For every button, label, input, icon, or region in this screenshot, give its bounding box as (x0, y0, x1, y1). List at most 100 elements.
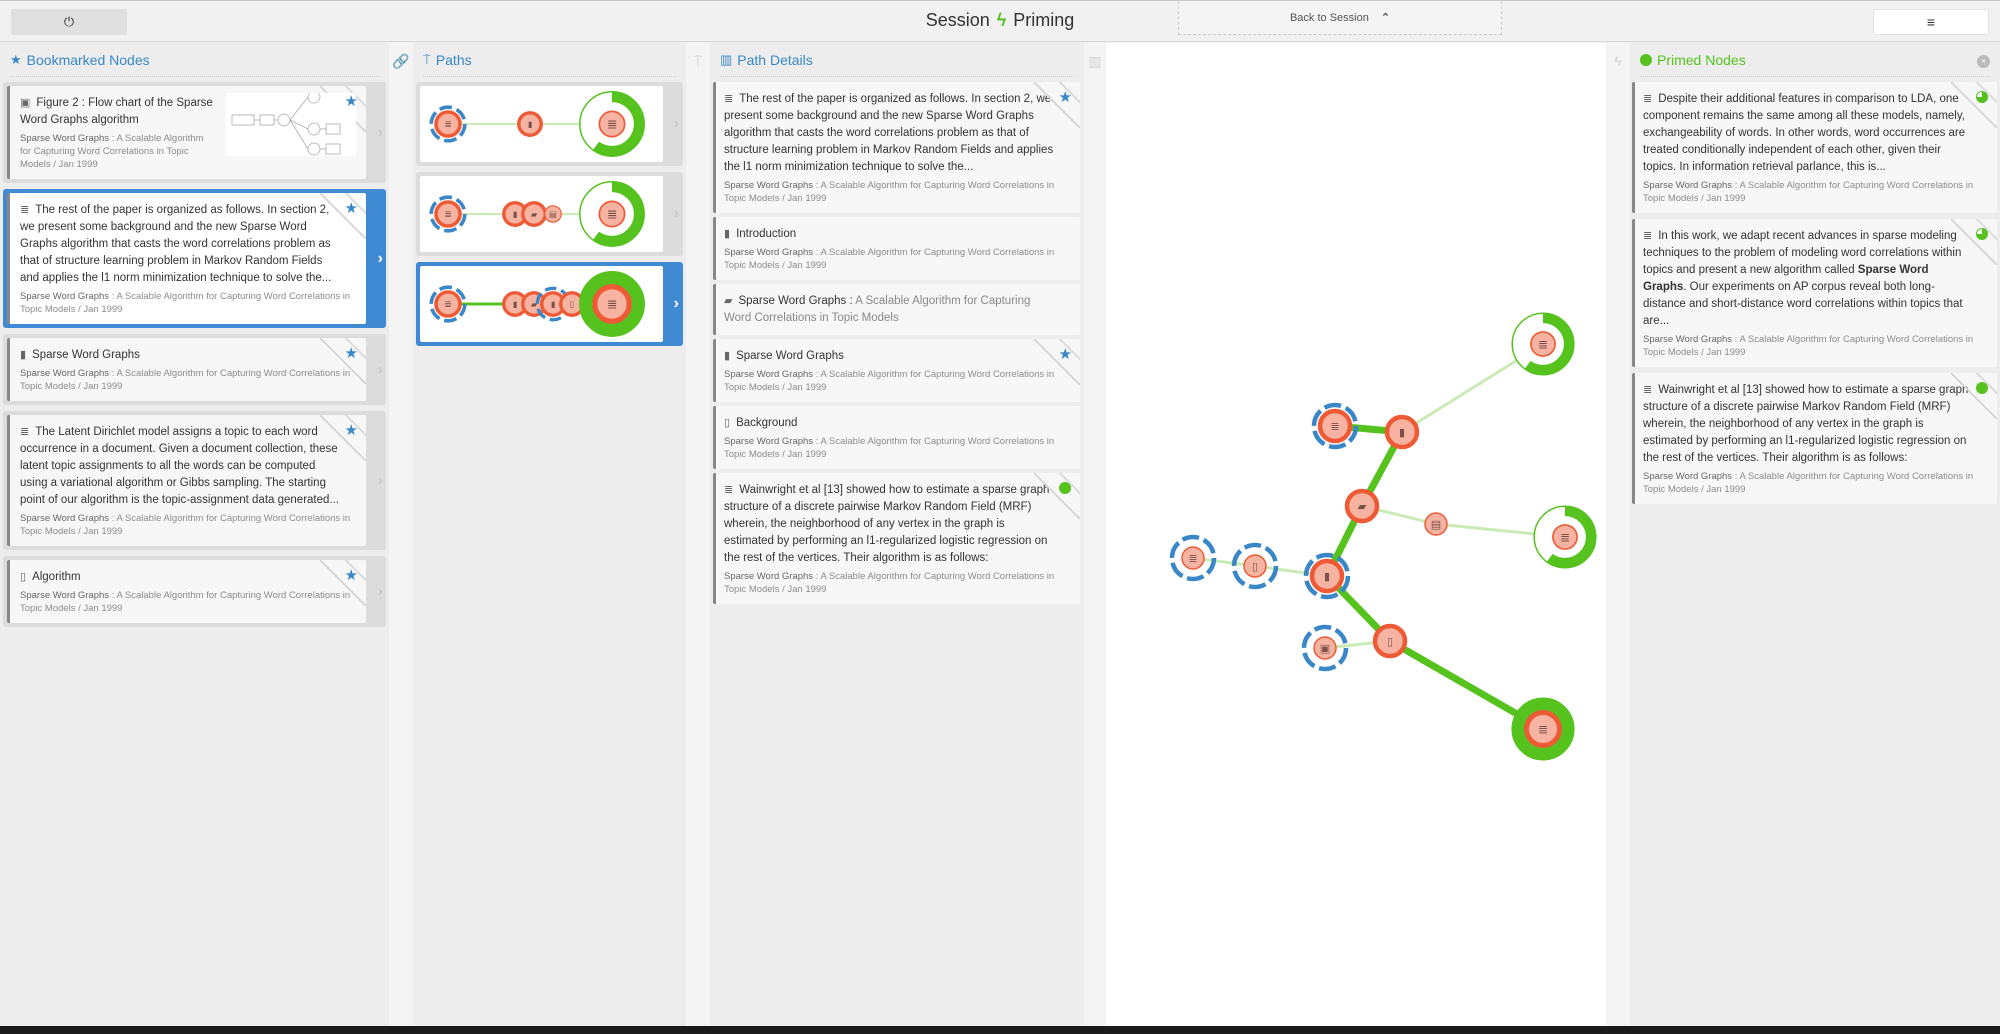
path-detail-item[interactable]: ▯ Background Sparse Word Graphs : A Scalab… (713, 406, 1080, 469)
image-icon: ▣ (1320, 642, 1330, 655)
path-detail-item[interactable]: ▰ Sparse Word Graphs : A Scalable Algorit… (713, 284, 1080, 335)
chevron-right-icon[interactable]: › (378, 472, 383, 490)
close-icon[interactable]: × (1977, 55, 1990, 68)
item-text: ≣ Despite their additional features in co… (1643, 91, 1987, 176)
graph-node-subsection[interactable]: ▯ (1231, 542, 1279, 590)
bookmarked-item[interactable]: ▯ Algorithm Sparse Word Graphs : A Scalabl… (3, 556, 386, 627)
graph-node-paragraph[interactable]: ≣ (1169, 534, 1217, 582)
paragraph-icon: ≣ (1643, 230, 1653, 242)
chevron-right-icon[interactable]: › (378, 250, 383, 268)
signpost-icon: ⍑ (423, 51, 431, 67)
bookmarked-title: Bookmarked Nodes (26, 51, 150, 68)
gutter-primed: ϟ (1606, 43, 1630, 1026)
meta-title: Sparse Word Graphs (724, 369, 814, 380)
graph-node-paragraph[interactable]: ≣ (579, 181, 645, 247)
meta-title: Sparse Word Graphs (1643, 180, 1733, 191)
bookmarked-item[interactable]: ≣ The Latent Dirichlet model assigns a to… (3, 411, 386, 550)
primed-dot-icon (1640, 53, 1652, 66)
item-meta: Sparse Word Graphs : A Scalable Algorith… (1643, 179, 1987, 205)
item-meta: Sparse Word Graphs : A Scalable Algorith… (724, 368, 1070, 394)
graph-node-header[interactable]: ▤ (1424, 512, 1448, 536)
graph-canvas[interactable]: ≣ ▯ ▮ ▰ ▮ ≣ ▤ ≣ ≣ ▣ ▯ ≣ (1106, 43, 1606, 1026)
power-button[interactable]: ⏻ (11, 9, 127, 35)
path-item[interactable]: ≣ ▮ ▰ ▤ ≣ › (416, 172, 683, 256)
paragraph-icon: ≣ (444, 210, 451, 220)
graph-node-paragraph[interactable]: ≣ (429, 105, 467, 143)
graph-node-paragraph[interactable]: ≣ (1311, 402, 1359, 450)
chevron-right-icon[interactable]: › (378, 361, 383, 379)
back-to-session-button[interactable]: Back to Session ⌃ (1178, 1, 1502, 35)
paths-panel: ⍑ Paths ≣ ▮ ≣ › ≣ ▮ ▰ ▤ ≣ › ≣ ▮ ▰ ▮ ▯ ≣ › (413, 43, 686, 1026)
star-icon[interactable]: ★ (345, 344, 358, 362)
item-label: . Our experiments on AP corpus reveal bo… (1643, 281, 1963, 327)
chevron-right-icon[interactable]: › (674, 115, 679, 133)
primed-partial-icon (1976, 228, 1988, 240)
chevron-right-icon[interactable]: › (378, 124, 383, 142)
bookmark-outline-icon: ▯ (570, 299, 575, 309)
graph-node-paragraph[interactable]: ≣ (1511, 697, 1575, 761)
path-item[interactable]: ≣ ▮ ▰ ▮ ▯ ≣ › (416, 262, 683, 346)
graph-node-paragraph[interactable]: ≣ (579, 271, 645, 337)
graph-node-section[interactable]: ▮ (517, 111, 543, 137)
item-label: Sparse Word Graphs (32, 349, 140, 361)
item-meta: Sparse Word Graphs : A Scalable Algorith… (20, 589, 356, 615)
bookmarked-card[interactable]: ▣ Figure 2 : Flow chart of the Sparse Wor… (7, 86, 366, 179)
path-details-panel: ▥ Path Details ≣ The rest of the paper is… (710, 43, 1084, 1026)
bookmarked-item[interactable]: ≣ The rest of the paper is organized as f… (3, 189, 386, 328)
bookmarked-item[interactable]: ▣ Figure 2 : Flow chart of the Sparse Wor… (3, 82, 386, 183)
graph-node-section[interactable]: ▮ (1384, 414, 1420, 450)
primed-indicator-icon (1059, 482, 1071, 494)
primed-item[interactable]: ≣ Despite their additional features in co… (1632, 82, 1997, 213)
map-icon: ▥ (1088, 53, 1102, 69)
meta-title: Sparse Word Graphs (20, 368, 110, 379)
meta-title: Sparse Word Graphs (20, 590, 110, 601)
chevron-right-icon[interactable]: › (378, 583, 383, 601)
item-label: Despite their additional features in com… (1643, 93, 1966, 173)
meta-title: Sparse Word Graphs (724, 180, 814, 191)
bookmarked-card[interactable]: ▮ Sparse Word Graphs Sparse Word Graphs : … (7, 338, 366, 401)
primed-nodes-panel: Primed Nodes × ≣ Despite their additional… (1630, 43, 2000, 1026)
graph-node-paragraph[interactable]: ≣ (429, 285, 467, 323)
chevron-right-icon[interactable]: › (674, 205, 679, 223)
primed-item[interactable]: ≣ In this work, we adapt recent advances … (1632, 219, 1997, 367)
graph-node-document[interactable]: ▰ (1344, 488, 1380, 524)
star-icon[interactable]: ★ (345, 199, 358, 217)
gutter-bookmarks: 🔗 (389, 43, 413, 1026)
graph-node-paragraph[interactable]: ≣ (1511, 312, 1575, 376)
star-icon[interactable]: ★ (1059, 88, 1072, 106)
signpost-icon: ⍑ (693, 53, 703, 69)
graph-node-paragraph[interactable]: ≣ (579, 91, 645, 157)
chevron-right-icon[interactable]: › (674, 295, 679, 313)
graph-node-paragraph[interactable]: ≣ (429, 195, 467, 233)
bookmarked-card[interactable]: ≣ The Latent Dirichlet model assigns a to… (7, 415, 366, 546)
graph-node-document[interactable]: ▰ (521, 201, 547, 227)
star-icon[interactable]: ★ (345, 566, 358, 584)
star-icon[interactable]: ★ (345, 421, 358, 439)
graph-node-section[interactable]: ▮ (1303, 552, 1351, 600)
path-detail-item[interactable]: ≣ Wainwright et al [13] showed how to est… (713, 473, 1080, 604)
menu-button[interactable]: ≡ (1873, 9, 1989, 35)
bookmarked-card[interactable]: ≣ The rest of the paper is organized as f… (7, 193, 366, 324)
graph-node-image[interactable]: ▣ (1301, 624, 1349, 672)
bookmark-filled-icon: ▮ (1324, 570, 1330, 583)
star-icon[interactable]: ★ (345, 92, 358, 110)
star-icon[interactable]: ★ (1059, 345, 1072, 363)
page-title: Session ϟ Priming (900, 10, 1100, 31)
header-icon: ▤ (1431, 518, 1441, 531)
path-detail-item[interactable]: ≣ The rest of the paper is organized as f… (713, 82, 1080, 213)
paragraph-icon: ≣ (607, 297, 618, 312)
graph-node-paragraph[interactable]: ≣ (1533, 505, 1597, 569)
bookmark-outline-icon: ▯ (1252, 560, 1258, 573)
graph-node-subsection[interactable]: ▯ (1372, 623, 1408, 659)
graph-node-header[interactable]: ▤ (544, 205, 562, 223)
path-details-list: ≣ The rest of the paper is organized as f… (710, 77, 1084, 604)
bookmarked-card[interactable]: ▯ Algorithm Sparse Word Graphs : A Scalabl… (7, 560, 366, 623)
path-detail-item[interactable]: ▮ Sparse Word Graphs Sparse Word Graphs : … (713, 339, 1080, 402)
primed-item[interactable]: ≣ Wainwright et al [13] showed how to est… (1632, 373, 1997, 504)
path-detail-item[interactable]: ▮ Introduction Sparse Word Graphs : A Scal… (713, 217, 1080, 280)
bookmarked-item[interactable]: ▮ Sparse Word Graphs Sparse Word Graphs : … (3, 334, 386, 405)
path-item[interactable]: ≣ ▮ ≣ › (416, 82, 683, 166)
path-details-header: ▥ Path Details (720, 43, 1074, 77)
node-graph[interactable]: ≣ ▯ ▮ ▰ ▮ ≣ ▤ ≣ ≣ ▣ ▯ ≣ (1106, 43, 1606, 1026)
meta-title: Sparse Word Graphs (724, 247, 814, 258)
